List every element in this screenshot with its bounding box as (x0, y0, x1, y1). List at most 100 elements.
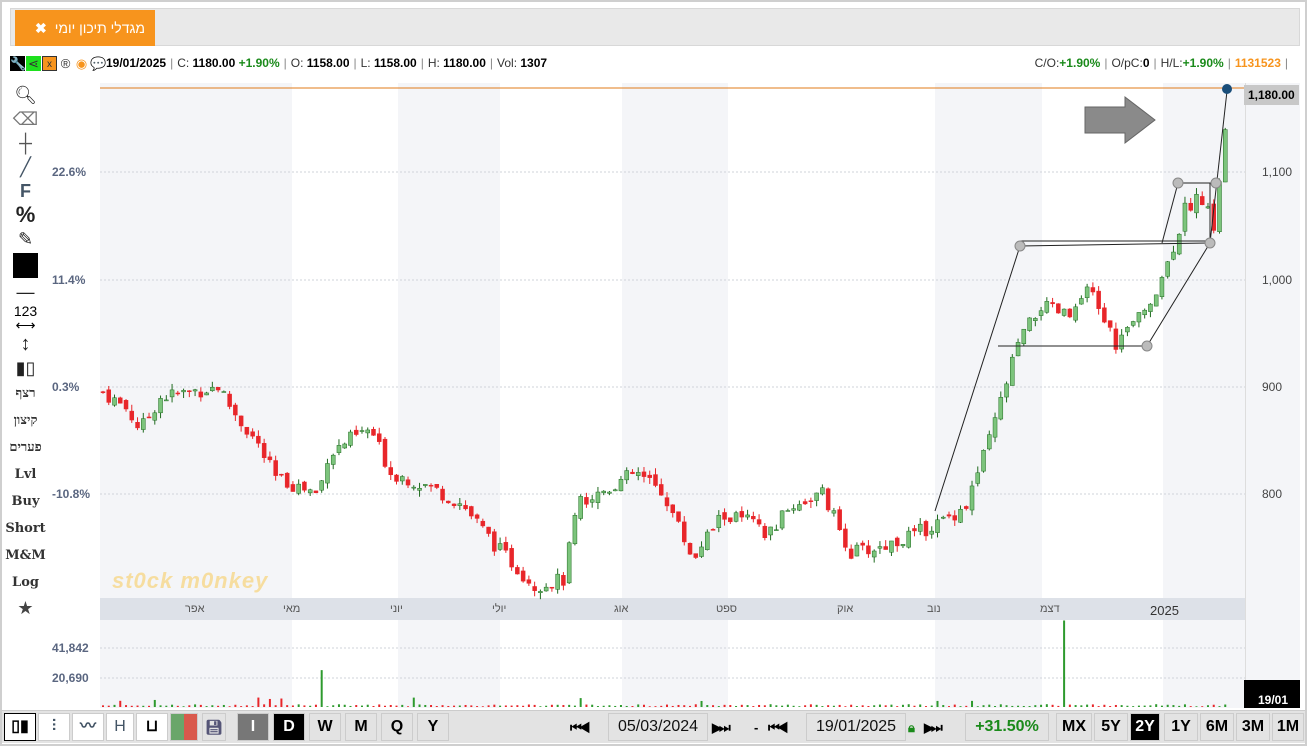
line-chart-button[interactable]: 〰 (72, 713, 104, 741)
volume-bar (217, 705, 220, 707)
volume-bar (165, 705, 168, 707)
candle (313, 490, 319, 494)
period-intraday[interactable]: I (237, 713, 269, 741)
candle (578, 494, 583, 521)
line-tool-icon[interactable]: ╱ (20, 155, 31, 179)
lock-icon[interactable]: 🔒︎ (908, 715, 915, 741)
price-label: 1,100 (1262, 165, 1293, 179)
end-date-field[interactable]: 19/01/2025 (806, 713, 906, 741)
volume-bar (309, 705, 312, 707)
measure-icon[interactable]: 123 ⟷ (14, 304, 37, 332)
month-label: אפר (185, 603, 205, 615)
period-yearly[interactable]: Y (417, 713, 449, 741)
color-scheme-button[interactable] (170, 713, 198, 741)
range-max[interactable]: MX (1056, 713, 1092, 741)
volume-bar (1057, 705, 1060, 707)
period-weekly[interactable]: W (309, 713, 341, 741)
period-quarterly[interactable]: Q (381, 713, 413, 741)
volume-bar (286, 705, 289, 707)
volume-bar (412, 697, 415, 707)
end-next-last-icon[interactable]: ▶⏭ (924, 715, 943, 741)
volume-bar (401, 704, 404, 707)
range-2y[interactable]: 2Y (1130, 713, 1160, 741)
volume-bar (343, 704, 346, 707)
candle (1056, 303, 1061, 314)
volume-bar (562, 705, 565, 707)
candle (1061, 308, 1067, 317)
comment-icon[interactable]: 💬 (90, 56, 106, 71)
period-daily[interactable]: D (273, 713, 305, 741)
ohlc-chart-button[interactable]: ⫶ (38, 713, 70, 741)
range-5y[interactable]: 5Y (1094, 713, 1128, 741)
volume-bar (1206, 705, 1209, 707)
vertical-measure-icon[interactable]: ↕ (21, 332, 31, 356)
tool-buy[interactable]: Buy (12, 488, 40, 515)
volume-bar (171, 704, 174, 707)
percent-icon[interactable]: % (16, 203, 36, 227)
volume-bar (1195, 706, 1198, 707)
zoom-icon[interactable]: 🔍︎ (14, 83, 37, 107)
close-icon[interactable]: ✖ (35, 20, 47, 37)
start-first-prev-icon[interactable]: ⏮◀ (570, 715, 590, 741)
tool-gaps[interactable]: פערים (9, 434, 41, 461)
tool-lvl[interactable]: Lvl (15, 461, 37, 488)
candles-icon[interactable]: ▮▯ (16, 356, 36, 380)
hl-value: +1.90% (1182, 56, 1224, 70)
tab-chart[interactable]: מגדלי תיכון יומי ✖ (15, 10, 155, 46)
volume-bar (625, 705, 628, 707)
bottom-toolbar: ▯▮ ⫶ 〰 H ⊔ 💾︎ I D W M Q Y ⏮◀ 05/03/2024 … (2, 710, 1305, 743)
volume-bar (821, 706, 824, 707)
range-6m[interactable]: 6M (1200, 713, 1234, 741)
volume-bar (378, 704, 381, 707)
bar-style-button[interactable]: ⊔ (136, 713, 168, 741)
volume-bar (1114, 704, 1117, 707)
candle (1165, 260, 1170, 279)
volume-bar (320, 670, 323, 707)
volume-bar (130, 705, 133, 707)
volume-bar (493, 704, 496, 707)
edit-icon[interactable]: ✎ (18, 227, 33, 251)
open-value: 1158.00 (306, 56, 350, 70)
volume-bar (222, 704, 225, 707)
price-chart[interactable] (100, 83, 1245, 708)
start-date-field[interactable]: 05/03/2024 (608, 713, 708, 741)
target-icon[interactable]: ◉ (74, 56, 89, 71)
tool-extreme[interactable]: קיצון (14, 407, 38, 434)
range-1y[interactable]: 1Y (1164, 713, 1198, 741)
crosshair-icon[interactable]: ┼ (19, 131, 32, 155)
eraser-icon[interactable]: ⌫ (13, 107, 38, 131)
start-next-last-icon[interactable]: ▶⏭ (712, 715, 731, 741)
save-icon[interactable]: 💾︎ (202, 713, 226, 741)
volume-bar (786, 704, 789, 707)
end-first-prev-icon[interactable]: ⏮◀ (768, 715, 788, 741)
tool-log[interactable]: Log (12, 569, 39, 596)
volume-bar (234, 704, 237, 707)
volume-bar (1120, 705, 1123, 707)
volume-bar (516, 705, 519, 707)
volume-bar (199, 704, 202, 707)
volume-bar (631, 706, 634, 707)
wrench-icon[interactable]: 🔧 (10, 55, 26, 71)
candle (284, 472, 290, 489)
share-icon[interactable]: ⋖ (26, 55, 41, 71)
candle (705, 529, 710, 551)
volume-bar (1137, 705, 1140, 707)
range-3m[interactable]: 3M (1236, 713, 1270, 741)
tool-short[interactable]: Short (5, 515, 45, 542)
star-icon[interactable]: ★ (17, 596, 33, 620)
volume-bar (1149, 705, 1152, 707)
chart-canvas[interactable] (100, 83, 1245, 708)
period-monthly[interactable]: M (345, 713, 377, 741)
excel-icon[interactable]: x (42, 55, 57, 71)
tool-mm[interactable]: M&M (5, 542, 46, 569)
hlc-chart-button[interactable]: H (106, 713, 134, 741)
color-picker[interactable] (13, 253, 38, 278)
line-style-icon[interactable]: — (17, 280, 35, 304)
candlestick-chart-button[interactable]: ▯▮ (4, 713, 36, 741)
fibonacci-icon[interactable]: F (20, 179, 31, 203)
close-label: C: (177, 56, 190, 70)
range-1m[interactable]: 1M (1272, 713, 1304, 741)
registered-icon[interactable]: ® (58, 56, 73, 71)
volume-bar (965, 705, 968, 707)
tool-streak[interactable]: רצף (16, 380, 36, 407)
